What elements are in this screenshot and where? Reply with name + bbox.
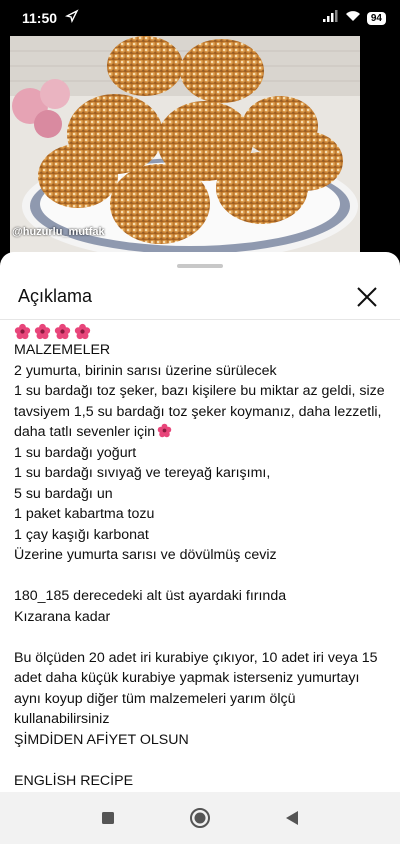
desc-line: 1 su bardağı yoğurt <box>14 444 137 461</box>
description-sheet: Açıklama MALZEMELER 2 yumurta, birinin s… <box>0 252 400 792</box>
drag-handle[interactable] <box>177 264 223 268</box>
desc-line: Üzerine yumurta sarısı ve dövülmüş ceviz <box>14 547 277 563</box>
home-circle-icon <box>190 808 210 828</box>
status-bar: 11:50 94 <box>0 0 400 36</box>
square-icon <box>102 812 114 824</box>
sheet-header: Açıklama <box>0 274 400 320</box>
flower-icon <box>157 423 172 438</box>
video-player[interactable]: @huzurlu_mutfak <box>0 36 400 260</box>
description-text: MALZEMELER 2 yumurta, birinin sarısı üze… <box>14 322 390 792</box>
video-watermark: @huzurlu_mutfak <box>12 226 105 238</box>
desc-line: 180_185 derecedeki alt üst ayardaki fırı… <box>14 588 287 604</box>
home-button[interactable] <box>186 804 214 832</box>
desc-line: 2 yumurta, birinin sarısı üzerine sürüle… <box>14 362 277 379</box>
back-button[interactable] <box>278 804 306 832</box>
desc-line: ENGLİSH RECİPE <box>14 772 134 789</box>
location-icon <box>65 8 79 28</box>
recents-button[interactable] <box>94 804 122 832</box>
status-time: 11:50 <box>22 10 58 26</box>
desc-line: 5 su bardağı un <box>14 485 113 502</box>
flower-icon <box>54 323 71 339</box>
back-triangle-icon <box>286 811 298 825</box>
close-button[interactable] <box>352 282 382 312</box>
flower-icon <box>74 323 91 339</box>
wifi-icon <box>345 9 361 27</box>
desc-line: 1 su bardağı sıvıyağ ve tereyağ karışımı… <box>14 465 271 481</box>
close-icon <box>357 286 377 307</box>
battery-indicator: 94 <box>366 11 386 25</box>
desc-line: Kızarana kadar <box>14 608 111 625</box>
flower-icon <box>14 323 31 339</box>
sheet-title: Açıklama <box>18 286 93 306</box>
desc-line: 1 çay kaşığı karbonat <box>14 526 149 543</box>
desc-line: Bu ölçüden 20 adet iri kurabiye çıkıyor,… <box>14 649 382 728</box>
flower-emoji-row <box>14 322 390 340</box>
system-nav-bar <box>0 792 400 844</box>
signal-icon <box>322 9 339 27</box>
desc-line: 1 su bardağı toz şeker, bazı kişilere bu… <box>14 383 389 440</box>
flower-icon <box>34 323 51 339</box>
desc-line: ŞİMDİDEN AFİYET OLSUN <box>14 731 189 748</box>
desc-line: MALZEMELER <box>14 342 111 358</box>
desc-line: 1 paket kabartma tozu <box>14 506 155 522</box>
